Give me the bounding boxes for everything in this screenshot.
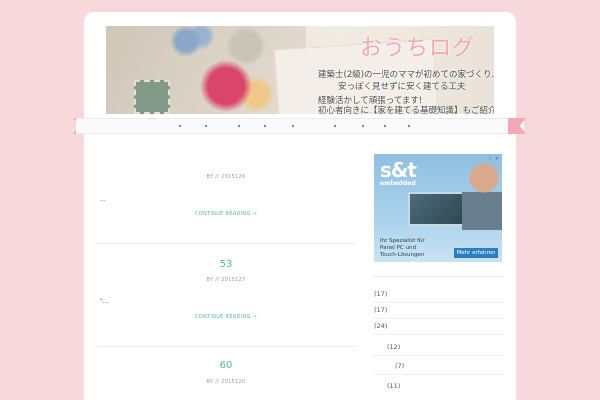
post-meta: BY // 2015126 — [206, 174, 246, 180]
ad-person-image — [462, 158, 502, 230]
ad-brand-logo: s&t — [380, 158, 417, 182]
ad-info-icon[interactable]: i — [487, 156, 493, 162]
ad-cta-button[interactable]: Mehr erfahren — [454, 248, 498, 258]
ad-text: Touch-Lösungen — [380, 252, 425, 258]
archive-item[interactable]: (17) — [374, 306, 387, 314]
post-divider — [96, 243, 356, 244]
nav-item[interactable] — [264, 125, 266, 127]
archive-divider — [372, 302, 504, 303]
ad-text: Ihr Spezialist für — [380, 238, 425, 244]
continue-reading-link[interactable]: CONTINUE READING → — [96, 211, 356, 217]
advertisement-banner[interactable]: s&t embedded Ihr Spezialist für Panel PC… — [374, 154, 502, 262]
nav-item[interactable] — [334, 125, 336, 127]
site-title[interactable]: おうちログ — [360, 30, 475, 62]
archive-item[interactable]: (24) — [374, 322, 387, 330]
nav-item[interactable] — [205, 125, 207, 127]
post-excerpt: "... — [100, 298, 109, 305]
archive-item[interactable]: (17) — [374, 290, 387, 298]
post-meta: BY // 2015120 — [206, 379, 246, 385]
archive-item[interactable]: (7) — [395, 362, 404, 370]
post-divider — [96, 346, 356, 347]
nav-item[interactable] — [362, 125, 364, 127]
post-title[interactable]: 60 — [96, 360, 356, 371]
archive-item[interactable]: (11) — [387, 382, 400, 390]
ad-monitor-image — [408, 192, 464, 226]
archive-divider — [372, 318, 504, 319]
ad-brand-sub: embedded — [380, 180, 416, 187]
post-excerpt: ... — [100, 196, 106, 203]
ad-text: Panel PC und — [380, 245, 416, 251]
nav-bar — [76, 118, 524, 134]
stamp-photo — [134, 80, 170, 114]
archive-divider — [372, 355, 504, 356]
tagline: 安っぽく見せずに安く建てる工夫 — [338, 82, 466, 92]
nav-item[interactable] — [179, 125, 181, 127]
archive-divider — [372, 334, 504, 335]
nav-item[interactable] — [292, 125, 294, 127]
post-title[interactable]: 53 — [96, 259, 356, 270]
continue-reading-link[interactable]: CONTINUE READING → — [96, 314, 356, 320]
archive-divider — [372, 374, 504, 375]
ad-close-icon[interactable]: × — [494, 156, 500, 162]
header-banner[interactable]: おうちログ 建築士(2級)の一児のママが初めての家づくり…。 安っぽく見せずに安… — [106, 26, 494, 114]
post-meta: BY // 2015127 — [206, 277, 246, 283]
tagline: 建築士(2級)の一児のママが初めての家づくり…。 — [318, 70, 494, 80]
archive-widget-header — [372, 276, 504, 277]
archive-item[interactable]: (12) — [387, 343, 400, 351]
nav-item[interactable] — [238, 125, 240, 127]
nav-item[interactable] — [408, 125, 410, 127]
nav-item[interactable] — [384, 125, 386, 127]
tagline: 初心者向きに【家を建てる基礎知識】もご紹介! — [318, 106, 494, 114]
